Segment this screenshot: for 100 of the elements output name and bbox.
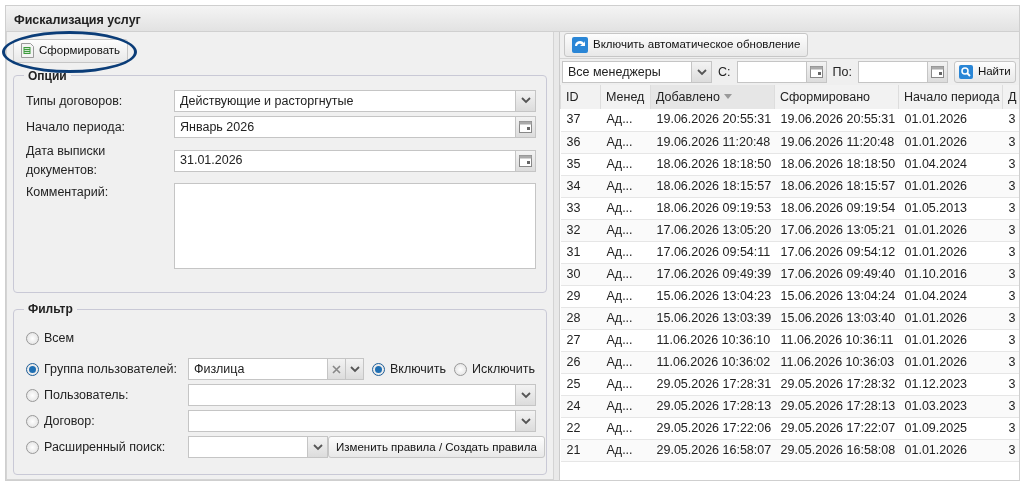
column-header[interactable]: Менед xyxy=(600,85,651,109)
table-cell: 36 xyxy=(560,131,601,153)
table-cell: 33 xyxy=(560,197,601,219)
manager-select[interactable]: Все менеджеры xyxy=(562,61,712,83)
table-cell: 31 xyxy=(560,241,601,263)
clear-icon[interactable] xyxy=(332,364,341,374)
table-cell: Ад... xyxy=(600,153,651,175)
table-cell: 3 xyxy=(1002,241,1019,263)
table-cell: Ад... xyxy=(600,373,651,395)
dropdown-field[interactable] xyxy=(188,384,536,407)
table-cell: 25 xyxy=(560,373,601,395)
table-cell: 11.06.2026 10:36:11 xyxy=(774,329,899,351)
field-label: Комментарий: xyxy=(26,184,110,202)
column-header[interactable]: Начало периода xyxy=(898,85,1003,109)
table-cell: 21 xyxy=(560,439,601,461)
calendar-icon xyxy=(930,66,944,78)
filter-radio[interactable]: Группа пользователей: xyxy=(26,360,188,379)
table-cell: 17.06.2026 09:54:11 xyxy=(650,241,775,263)
section-legend: Опции xyxy=(24,69,71,82)
table-cell: 01.12.2023 xyxy=(898,373,1003,395)
table-cell: Ад... xyxy=(600,285,651,307)
table-cell: Ад... xyxy=(600,329,651,351)
table-cell: 01.01.2026 xyxy=(898,329,1003,351)
search-dropdown[interactable] xyxy=(188,436,328,459)
table-cell: 01.04.2024 xyxy=(898,285,1003,307)
calendar-icon xyxy=(809,66,823,78)
table-cell: 19.06.2026 20:55:31 xyxy=(774,109,899,131)
table-cell: 29 xyxy=(560,285,601,307)
table-cell: 3 xyxy=(1002,197,1019,219)
table-cell: 18.06.2026 09:19:53 xyxy=(650,197,775,219)
date-field[interactable]: 31.01.2026 xyxy=(174,149,536,172)
to-label: По: xyxy=(832,63,852,81)
table-cell: 37 xyxy=(560,109,601,131)
table-cell: Ад... xyxy=(600,417,651,439)
table-cell: 29.05.2026 17:22:06 xyxy=(650,417,775,439)
table-cell: 18.06.2026 09:19:54 xyxy=(774,197,899,219)
table-cell: 19.06.2026 20:55:31 xyxy=(650,109,775,131)
comment-textarea[interactable] xyxy=(174,183,536,270)
edit-rules-button[interactable]: Изменить правила / Создать правила xyxy=(328,436,545,459)
to-date-field[interactable] xyxy=(857,61,948,83)
table-cell: 24 xyxy=(560,395,601,417)
mode-radio[interactable]: Включить xyxy=(372,360,447,379)
table-cell: 3 xyxy=(1002,373,1019,395)
table-cell: 3 xyxy=(1002,153,1019,175)
table-cell: 3 xyxy=(1002,285,1019,307)
table-cell: 01.05.2013 xyxy=(898,197,1003,219)
from-date-field[interactable] xyxy=(736,61,827,83)
table-cell: 01.01.2026 xyxy=(898,109,1003,131)
date-field[interactable]: Январь 2026 xyxy=(174,115,536,138)
column-header[interactable]: Д xyxy=(1002,85,1019,109)
table-cell: 01.09.2025 xyxy=(898,417,1003,439)
table-cell: 15.06.2026 13:04:23 xyxy=(650,285,775,307)
table-cell: 29.05.2026 17:28:31 xyxy=(650,373,775,395)
table-cell: 11.06.2026 10:36:10 xyxy=(650,329,775,351)
table-cell: 29.05.2026 17:28:32 xyxy=(774,373,899,395)
caret-icon xyxy=(520,391,531,399)
column-header[interactable]: Сформировано xyxy=(774,85,899,109)
filter-radio[interactable]: Пользователь: xyxy=(26,386,188,405)
column-header[interactable]: ID xyxy=(560,85,601,109)
dropdown-field[interactable] xyxy=(188,410,536,433)
table-cell: 01.04.2024 xyxy=(898,153,1003,175)
table-cell: 18.06.2026 18:18:50 xyxy=(774,153,899,175)
user-group-select[interactable]: Физлица xyxy=(188,358,364,381)
window-title: Фискализация услуг xyxy=(6,6,1019,32)
field-label: Начало периода: xyxy=(26,118,127,136)
contract-type-select[interactable]: Действующие и расторгнутые xyxy=(174,89,536,112)
table-cell: 22 xyxy=(560,417,601,439)
table-cell: 27 xyxy=(560,329,601,351)
mode-radio[interactable]: Исключить xyxy=(454,360,536,379)
table-cell: 30 xyxy=(560,263,601,285)
table-cell: 3 xyxy=(1002,109,1019,131)
table-cell: 3 xyxy=(1002,417,1019,439)
caret-icon xyxy=(520,97,531,105)
spreadsheet-icon xyxy=(21,43,34,59)
table-cell: 28 xyxy=(560,307,601,329)
table-cell: Ад... xyxy=(600,109,651,131)
generate-button[interactable]: Сформировать xyxy=(13,39,129,63)
auto-refresh-button[interactable]: Включить автоматическое обновление xyxy=(564,33,809,57)
table-cell: 35 xyxy=(560,153,601,175)
find-button[interactable]: Найти xyxy=(953,61,1016,83)
caret-icon xyxy=(312,443,323,451)
refresh-icon xyxy=(572,37,588,53)
table-cell: 29.05.2026 17:22:07 xyxy=(774,417,899,439)
filter-radio[interactable]: Договор: xyxy=(26,412,188,431)
field-label: Дата выписки документов: xyxy=(26,142,107,179)
table-cell: 17.06.2026 09:54:12 xyxy=(774,241,899,263)
caret-icon xyxy=(696,68,707,76)
table-cell: 34 xyxy=(560,175,601,197)
caret-icon xyxy=(349,365,360,373)
table-cell: 15.06.2026 13:04:24 xyxy=(774,285,899,307)
table-cell: 18.06.2026 18:18:50 xyxy=(650,153,775,175)
table-cell: 01.01.2026 xyxy=(898,241,1003,263)
column-header[interactable]: Добавлено xyxy=(650,85,775,109)
table-cell: Ад... xyxy=(600,241,651,263)
filter-radio[interactable]: Расширенный поиск: xyxy=(26,438,188,457)
calendar-icon xyxy=(519,120,532,133)
table-cell: 3 xyxy=(1002,329,1019,351)
search-icon xyxy=(958,65,973,79)
filter-radio[interactable]: Всем xyxy=(26,329,75,348)
calendar-icon xyxy=(519,154,532,167)
